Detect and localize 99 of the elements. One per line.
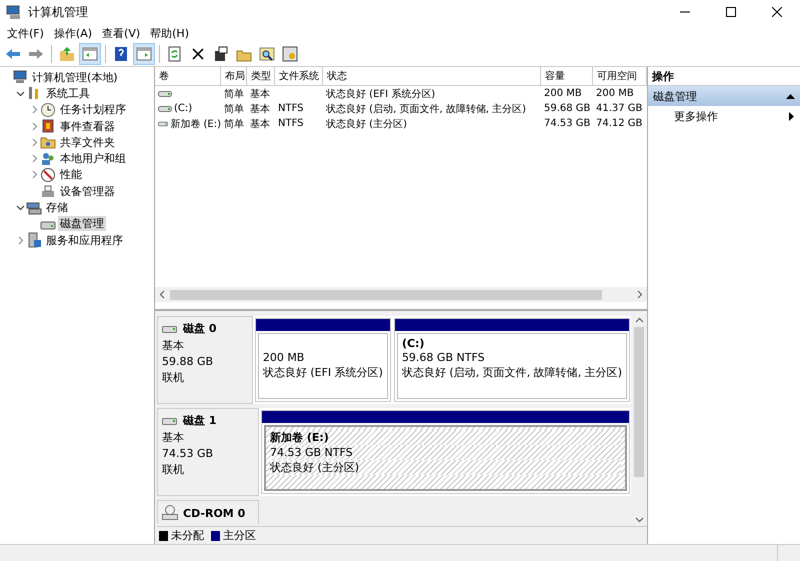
back-arrow-icon [5,46,21,62]
table-cell-text: 状态良好 (EFI 系统分区) [325,88,436,101]
drive-icon [158,88,172,98]
collapsed-chevron-icon[interactable] [30,154,38,164]
menu-item[interactable]: 帮助(H) [145,26,194,40]
tree-item[interactable]: 存储 [44,200,70,216]
collapsed-chevron-icon[interactable] [30,105,38,114]
forward-arrow-icon [28,46,44,62]
scroll-up-icon[interactable] [634,316,644,325]
tree-item[interactable]: 本地用户和组 [58,151,128,166]
users-icon [40,150,56,167]
console-tree-icon [82,46,98,62]
vertical-scrollbar[interactable] [631,316,647,524]
collapsed-chevron-icon[interactable] [30,138,38,147]
legend-label: 未分配 [171,528,204,543]
table-cell-text: 74.12 GB [595,117,644,131]
refresh-icon [167,46,183,62]
delete-icon [190,46,206,62]
table-cell-text: 74.53 GB [543,117,592,131]
table-cell-text: 基本 [249,88,271,101]
table-cell-text: 200 MB [543,87,583,101]
tree-item[interactable]: 共享文件夹 [58,134,117,150]
help-icon [113,46,129,62]
expanded-chevron-icon[interactable] [16,203,24,212]
collapsed-chevron-icon[interactable] [30,170,38,180]
collapsed-chevron-icon[interactable] [16,236,24,245]
table-cell-text: 200 MB [595,87,635,101]
menu-item[interactable]: 操作(A) [48,26,98,40]
partition-title: 新加卷 (E:) [270,430,621,445]
action-section-header[interactable]: 磁盘管理 [648,86,800,106]
tree-item[interactable]: 系统工具 [44,86,92,101]
disk-info-panel[interactable]: CD-ROM 0 [157,500,259,524]
collapsed-chevron-icon[interactable] [30,122,38,131]
tree-item[interactable]: 磁盘管理 [58,216,106,232]
disk-info-panel[interactable]: 磁盘 0 基本 59.88 GB 联机 [157,316,253,404]
storage-icon [26,200,42,216]
collapse-triangle-icon [786,93,795,99]
partition-size: 74.53 GB NTFS [270,446,621,459]
table-cell-text: 简单 [223,118,245,131]
disk-status: 联机 [162,462,185,477]
disk-status: 联机 [162,370,185,385]
scroll-left-icon[interactable] [158,290,167,299]
disk-type: 基本 [162,338,185,353]
window-title: 计算机管理 [28,4,88,20]
scroll-down-icon[interactable] [634,515,644,524]
disk-size: 59.88 GB [162,355,214,368]
horizontal-scrollbar[interactable] [155,287,647,302]
action-pane-button[interactable] [133,43,155,65]
computer-icon [12,69,28,86]
console-tree-button[interactable] [79,43,101,65]
action-item[interactable]: 更多操作 [648,106,800,126]
expanded-chevron-icon[interactable] [16,88,24,98]
disk-type: 基本 [162,430,185,445]
cd-drive-icon [162,505,178,521]
drive-icon [158,104,172,114]
close-icon [772,7,782,17]
tree-item[interactable]: 任务计划程序 [58,102,128,118]
clock-icon [40,102,56,118]
tree-item[interactable]: 设备管理器 [58,184,117,199]
table-cell-text: 状态良好 (启动, 页面文件, 故障转储, 主分区) [325,102,528,116]
table-cell-text: 基本 [249,102,271,116]
table-cell: (C:) [174,103,192,114]
table-cell-text: NTFS [277,117,305,131]
disk-size: 74.53 GB [162,447,214,460]
computer-management-icon [6,4,22,20]
table-cell-text: 59.68 GB [543,102,592,116]
tree-item[interactable]: 性能 [58,167,84,182]
action-pane-icon [136,46,152,62]
table-cell-text: 新加卷 (E:) [170,118,221,130]
event-log-icon [40,118,56,134]
disk-name: 磁盘 0 [183,321,216,336]
menu-item[interactable]: 文件(F) [2,26,49,40]
disk-name: CD-ROM 0 [183,506,246,520]
partition-status: 状态良好 (启动, 页面文件, 故障转储, 主分区) [402,365,622,380]
partition-status: 状态良好 (EFI 系统分区) [262,365,383,380]
table-cell-text: NTFS [277,102,305,116]
partition-block[interactable]: 新加卷 (E:) 74.53 GB NTFS 状态良好 (主分区) [261,410,630,494]
disk-name: 磁盘 1 [183,413,216,428]
partition-block[interactable]: (C:) 59.68 GB NTFS 状态良好 (启动, 页面文件, 故障转储, 主分区) [394,318,630,402]
scroll-right-icon[interactable] [635,290,644,299]
services-icon [26,232,42,248]
table-cell-text: 基本 [249,118,271,131]
partition-status: 状态良好 (主分区) [270,460,621,475]
table-cell-text: 简单 [223,102,245,116]
submenu-arrow-icon [789,112,794,120]
disk-info-panel[interactable]: 磁盘 1 基本 74.53 GB 联机 [157,408,259,496]
table-cell-text: 41.37 GB [595,102,644,116]
magnifier-icon [259,46,275,62]
printer-icon [40,183,56,200]
table-cell-text: 状态良好 (主分区) [325,118,408,131]
tree-item[interactable]: 服务和应用程序 [44,232,125,248]
menu-item[interactable]: 查看(V) [97,26,146,40]
table-cell-text: 简单 [223,88,245,101]
up-folder-icon [59,46,75,62]
partition-block[interactable]: 200 MB 状态良好 (EFI 系统分区) [254,318,391,402]
maximize-icon [726,7,736,17]
legend-label: 主分区 [223,528,256,543]
tree-item[interactable]: 事件查看器 [58,118,117,134]
tree-item[interactable]: 计算机管理(本地) [30,70,120,85]
